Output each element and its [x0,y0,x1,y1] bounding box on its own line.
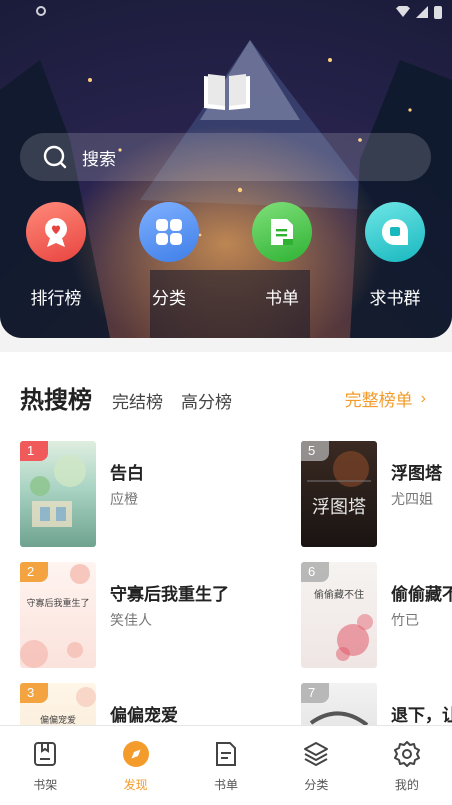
wifi-icon [396,6,410,17]
battery-icon [434,6,442,19]
quick-link-label: 求书群 [369,289,421,308]
rank-badge: 6 [301,562,329,582]
rank-badge: 1 [20,441,48,461]
grid-four-icon [156,219,182,245]
compass-icon [122,741,149,767]
book-cover: 浮图塔 5 [301,441,377,547]
tab-high-score[interactable]: 高分榜 [181,388,232,413]
status-bar [0,6,452,24]
book-author: 尤四姐 [391,491,433,507]
quick-link-request-group[interactable]: 求书群 [350,202,440,309]
book-title: 浮图塔 [391,464,442,483]
quick-link-label: 书单 [265,289,299,308]
booklist-icon [271,219,293,245]
book-cover: 1 [20,441,96,547]
nav-bookshelf[interactable]: 书架 [0,726,90,805]
gear-icon [393,741,420,767]
cover-title-text: 浮图塔 [312,497,366,518]
ribbon-heart-icon [45,218,67,247]
nav-label: 发现 [123,778,148,792]
rank-badge: 7 [301,683,329,703]
nav-category[interactable]: 分类 [271,726,361,805]
search-icon [43,145,67,169]
quick-link-label: 分类 [152,289,186,308]
quick-link-label: 排行榜 [30,289,82,308]
search-placeholder: 搜索 [82,149,116,169]
hero-banner: 搜索 排行榜 分类 书单 求书群 [0,0,452,338]
rank-badge: 2 [20,562,48,582]
quick-link-booklist[interactable]: 书单 [237,202,327,309]
nav-label: 分类 [304,778,329,792]
book-title: 退下，让 [391,706,452,725]
nav-booklist[interactable]: 书单 [181,726,271,805]
book-item[interactable]: 守寡后我重生了 2 守寡后我重生了 笑佳人 [20,562,250,668]
search-bar[interactable]: 搜索 [20,133,431,181]
book-title: 告白 [110,464,144,483]
quick-links: 排行榜 分类 书单 求书群 [0,202,452,312]
book-cover: 偷偷藏不住 6 [301,562,377,668]
layers-icon [304,742,329,766]
tab-completed[interactable]: 完结榜 [112,388,163,413]
nav-discover[interactable]: 发现 [90,726,180,805]
book-title: 偏偏宠爱 [110,706,178,725]
chevron-right-icon: › [420,389,426,407]
nav-mine[interactable]: 我的 [362,726,452,805]
quick-link-category[interactable]: 分类 [124,202,214,309]
book-author: 笑佳人 [110,612,152,628]
book-cover: 守寡后我重生了 2 [20,562,96,668]
nav-label: 我的 [394,778,419,792]
book-author: 应橙 [110,491,138,507]
bookshelf-icon [34,742,57,766]
booklist-icon [216,742,237,766]
signal-icon [416,6,428,18]
nav-label: 书单 [214,778,239,792]
chat-bubble-icon [382,219,408,245]
nav-label: 书架 [33,778,58,792]
full-list-link[interactable]: 完整榜单 › [345,386,426,411]
rank-badge: 5 [301,441,329,461]
book-title: 守寡后我重生了 [110,585,229,604]
rank-badge: 3 [20,683,48,703]
book-title: 偷偷藏不 [391,585,452,604]
book-item[interactable]: 1 告白 应橙 [20,441,250,547]
ranking-section: 热搜榜 完结榜 高分榜 完整榜单 › 1 告白 应橙 浮图塔 5 浮图塔 尤四姐… [0,352,452,789]
notification-icon [36,6,46,16]
book-author: 竹已 [391,612,419,628]
tab-hot-search[interactable]: 热搜榜 [20,380,92,415]
cover-title-text: 偷偷藏不住 [314,590,364,601]
open-book-logo-icon [204,74,250,110]
ranking-tabs: 热搜榜 完结榜 高分榜 [20,380,250,415]
cover-title-text: 守寡后我重生了 [26,598,90,608]
bottom-navigation: 书架 发现 书单 分类 我的 [0,725,452,805]
full-list-label: 完整榜单 [344,391,413,410]
quick-link-ranking[interactable]: 排行榜 [11,202,101,309]
book-item[interactable]: 浮图塔 5 浮图塔 尤四姐 [301,441,452,547]
book-item[interactable]: 偷偷藏不住 6 偷偷藏不 竹已 [301,562,452,668]
